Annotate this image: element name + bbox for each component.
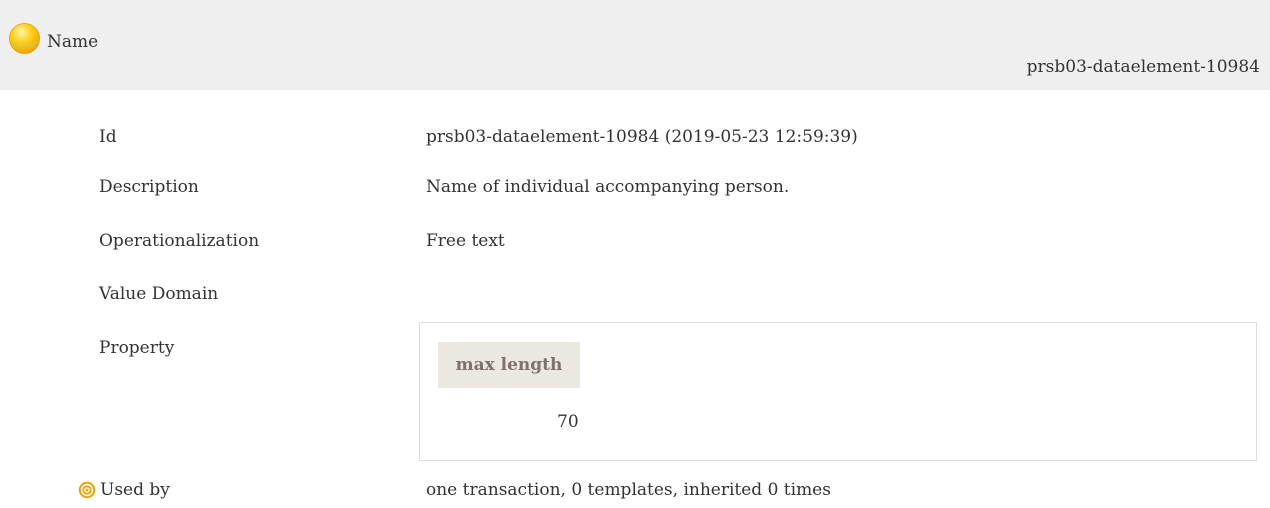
property-value: 70 (557, 412, 579, 432)
element-id-label: prsb03-dataelement-10984 (1026, 57, 1260, 77)
id-value: prsb03-dataelement-10984 (2019-05-23 12:… (426, 127, 858, 147)
description-label: Description (99, 177, 199, 197)
property-table: max length 70 (419, 322, 1257, 461)
id-label: Id (99, 127, 117, 147)
header-bar: Name prsb03-dataelement-10984 (0, 0, 1270, 90)
used-by-label: Used by (78, 480, 170, 500)
used-by-label-text: Used by (100, 480, 170, 500)
description-value: Name of individual accompanying person. (426, 177, 790, 197)
target-icon (78, 481, 96, 499)
operationalization-value: Free text (426, 231, 505, 251)
used-by-value: one transaction, 0 templates, inherited … (426, 480, 831, 500)
property-label: Property (99, 338, 175, 358)
element-name: Name (47, 31, 99, 52)
yellow-ball-icon (9, 23, 40, 54)
value-domain-label: Value Domain (99, 284, 219, 304)
operationalization-label: Operationalization (99, 231, 260, 251)
property-column-header: max length (438, 342, 580, 388)
header-title: Name (8, 22, 98, 55)
